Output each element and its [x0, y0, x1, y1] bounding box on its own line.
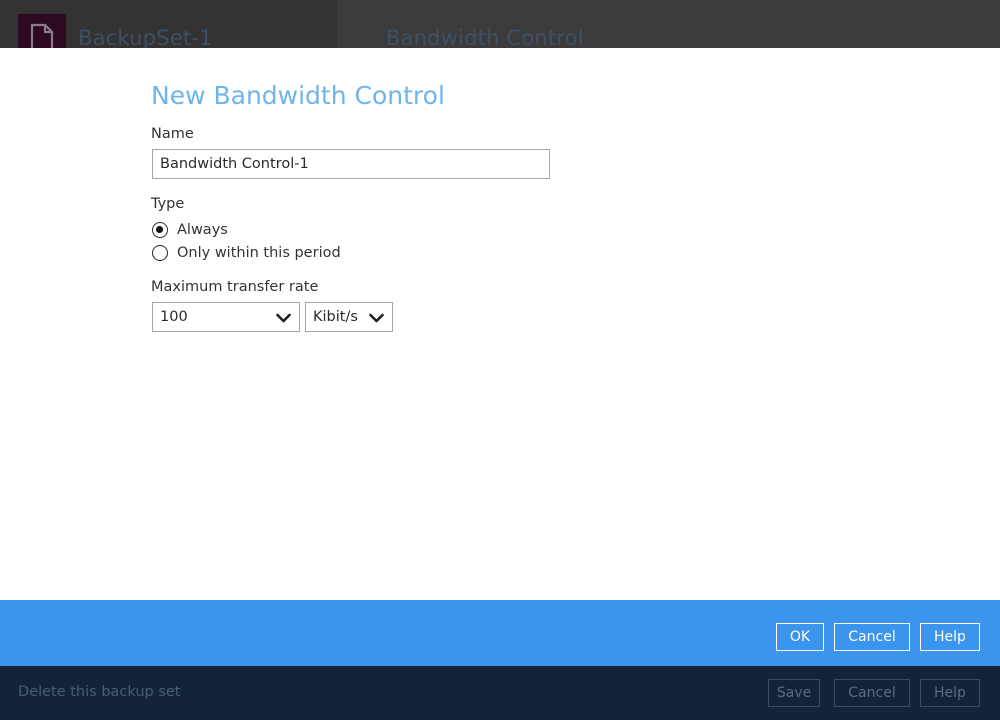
name-input[interactable] [152, 149, 550, 179]
type-label: Type [151, 196, 184, 212]
backup-set-bottom-bar: Delete this backup set Save Cancel Help [0, 666, 1000, 720]
ok-button[interactable]: OK [776, 623, 824, 651]
transfer-rate-select[interactable]: 100 [152, 302, 300, 332]
delete-backup-set-link[interactable]: Delete this backup set [18, 684, 181, 700]
name-label: Name [151, 126, 194, 142]
radio-option-only-within-this-period[interactable]: Only within this period [152, 243, 341, 263]
dialog-title: New Bandwidth Control [151, 81, 445, 110]
transfer-rate-value: 100 [160, 309, 188, 325]
backup-set-title: BackupSet-1 [78, 26, 213, 50]
transfer-rate-unit-value: Kibit/s [313, 309, 358, 325]
radio-label-always: Always [177, 222, 228, 238]
dialog-action-bar: OK Cancel Help [0, 600, 1000, 666]
bottom-cancel-button[interactable]: Cancel [834, 679, 910, 707]
save-button[interactable]: Save [768, 679, 820, 707]
page-title: Bandwidth Control [386, 26, 584, 50]
bottom-help-button[interactable]: Help [920, 679, 980, 707]
radio-icon-only-within-this-period[interactable] [152, 245, 168, 261]
transfer-rate-unit-select[interactable]: Kibit/s [305, 302, 393, 332]
maximum-transfer-rate-label: Maximum transfer rate [151, 279, 318, 295]
new-bandwidth-control-dialog: New Bandwidth Control Name Type Always O… [0, 48, 1000, 600]
radio-icon-always[interactable] [152, 222, 168, 238]
chevron-down-icon[interactable] [276, 308, 291, 327]
radio-option-always[interactable]: Always [152, 220, 228, 240]
radio-label-only-within-this-period: Only within this period [177, 245, 341, 261]
chevron-down-icon[interactable] [369, 308, 384, 327]
cancel-button[interactable]: Cancel [834, 623, 910, 651]
help-button[interactable]: Help [920, 623, 980, 651]
application-window: BackupSet-1 Bandwidth Control New Bandwi… [0, 0, 1000, 720]
